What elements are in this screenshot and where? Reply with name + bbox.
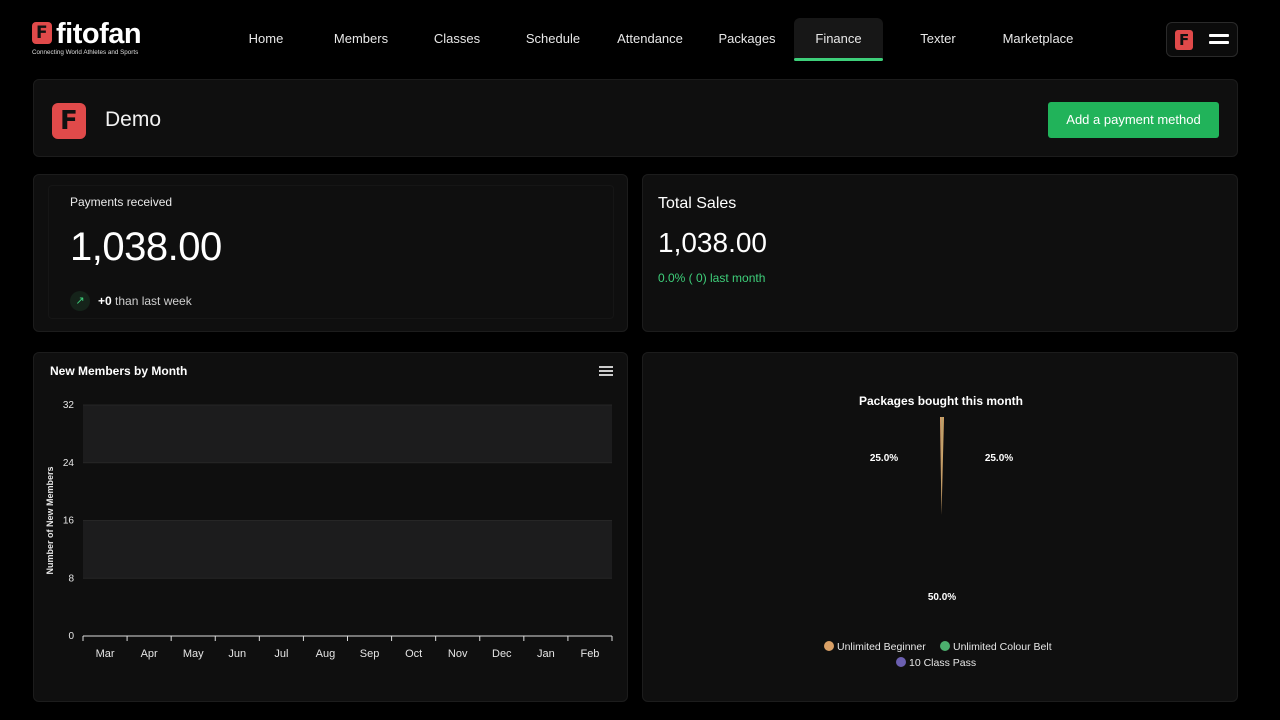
brand-tagline: Connecting World Athletes and Sports — [32, 49, 139, 56]
x-tick-label: Oct — [405, 648, 422, 660]
add-payment-method-button[interactable]: Add a payment method — [1048, 102, 1219, 138]
x-tick-label: Feb — [580, 648, 599, 660]
x-tick-label: Jul — [274, 648, 288, 660]
brand-name: fitofan — [56, 18, 142, 50]
x-tick-label: Apr — [141, 648, 158, 660]
x-tick-label: Mar — [96, 648, 115, 660]
nav-classes[interactable]: Classes — [426, 18, 488, 60]
pie-slice-label: 25.0% — [870, 453, 898, 464]
grid-band — [83, 520, 612, 579]
y-tick-label: 24 — [63, 458, 75, 469]
x-tick-label: Dec — [492, 648, 512, 660]
legend-marker — [824, 641, 834, 651]
payments-value: 1,038.00 — [70, 225, 222, 269]
y-tick-label: 16 — [63, 516, 75, 527]
grid-band — [83, 405, 612, 463]
nav-texter[interactable]: Texter — [908, 18, 968, 60]
nav-finance[interactable]: Finance — [794, 18, 883, 61]
legend-label: 10 Class Pass — [909, 657, 976, 669]
payments-trend-suffix: than last week — [111, 294, 192, 308]
x-tick-label: Nov — [448, 648, 468, 660]
total-sales-change: 0.0% ( 0) last month — [658, 271, 766, 285]
legend-label: Unlimited Colour Belt — [953, 641, 1052, 653]
nav-attendance[interactable]: Attendance — [612, 18, 688, 60]
legend-label: Unlimited Beginner — [837, 641, 926, 653]
total-sales-value: 1,038.00 — [658, 227, 767, 258]
y-axis-label: Number of New Members — [45, 466, 55, 574]
pie-slice-label: 50.0% — [928, 592, 956, 603]
packages-pie-card: Packages bought this month 25.0% 25.0% 50.0… — [642, 352, 1238, 702]
nav-members[interactable]: Members — [326, 18, 396, 60]
brand-logo-icon — [32, 22, 52, 44]
x-tick-label: Jan — [537, 648, 555, 660]
nav-packages[interactable]: Packages — [712, 18, 782, 60]
new-members-chart-card: New Members by Month 0 8 16 24 32 Mar Apr May Ju… — [33, 352, 628, 702]
y-tick-label: 32 — [63, 400, 75, 411]
y-tick-label: 8 — [68, 573, 74, 584]
top-navigation-bar: fitofan Connecting World Athletes and Sp… — [0, 0, 1280, 78]
total-sales-card: Total Sales 1,038.00 0.0% ( 0) last mont… — [642, 174, 1238, 332]
pie-chart-title: Packages bought this month — [859, 394, 1023, 408]
hamburger-icon — [1209, 34, 1229, 46]
x-tick-label: Aug — [316, 648, 336, 660]
organization-logo — [52, 103, 86, 139]
account-logo-icon — [1175, 30, 1193, 50]
payments-trend-value: +0 — [98, 294, 112, 308]
account-menu-button[interactable] — [1166, 22, 1238, 57]
legend-marker — [940, 641, 950, 651]
pie-slice-label: 25.0% — [985, 453, 1013, 464]
brand-logo[interactable]: fitofan Connecting World Athletes and Sp… — [32, 18, 162, 60]
total-sales-label: Total Sales — [658, 195, 737, 212]
new-members-bar-chart: 0 8 16 24 32 Mar Apr May Jun Jul Aug Sep Oct Nov Dec Ja… — [45, 400, 613, 660]
y-tick-label: 0 — [68, 631, 74, 642]
x-tick-label: Jun — [228, 648, 246, 660]
payments-label: Payments received — [70, 195, 173, 209]
payments-trend: +0 than last week — [98, 294, 192, 308]
x-tick-label: Sep — [360, 648, 380, 660]
organization-name: Demo — [105, 108, 162, 131]
payments-received-card: Payments received 1,038.00 ↗ +0 than las… — [33, 174, 628, 332]
legend-marker — [896, 657, 906, 667]
nav-schedule[interactable]: Schedule — [518, 18, 588, 60]
nav-marketplace[interactable]: Marketplace — [996, 18, 1080, 60]
x-tick-label: May — [183, 648, 204, 660]
trending-up-icon: ↗ — [70, 291, 90, 311]
packages-pie-chart: Packages bought this month 25.0% 25.0% 50.0… — [824, 394, 1052, 669]
nav-home[interactable]: Home — [238, 18, 294, 60]
organization-header: Demo Add a payment method — [33, 79, 1238, 157]
